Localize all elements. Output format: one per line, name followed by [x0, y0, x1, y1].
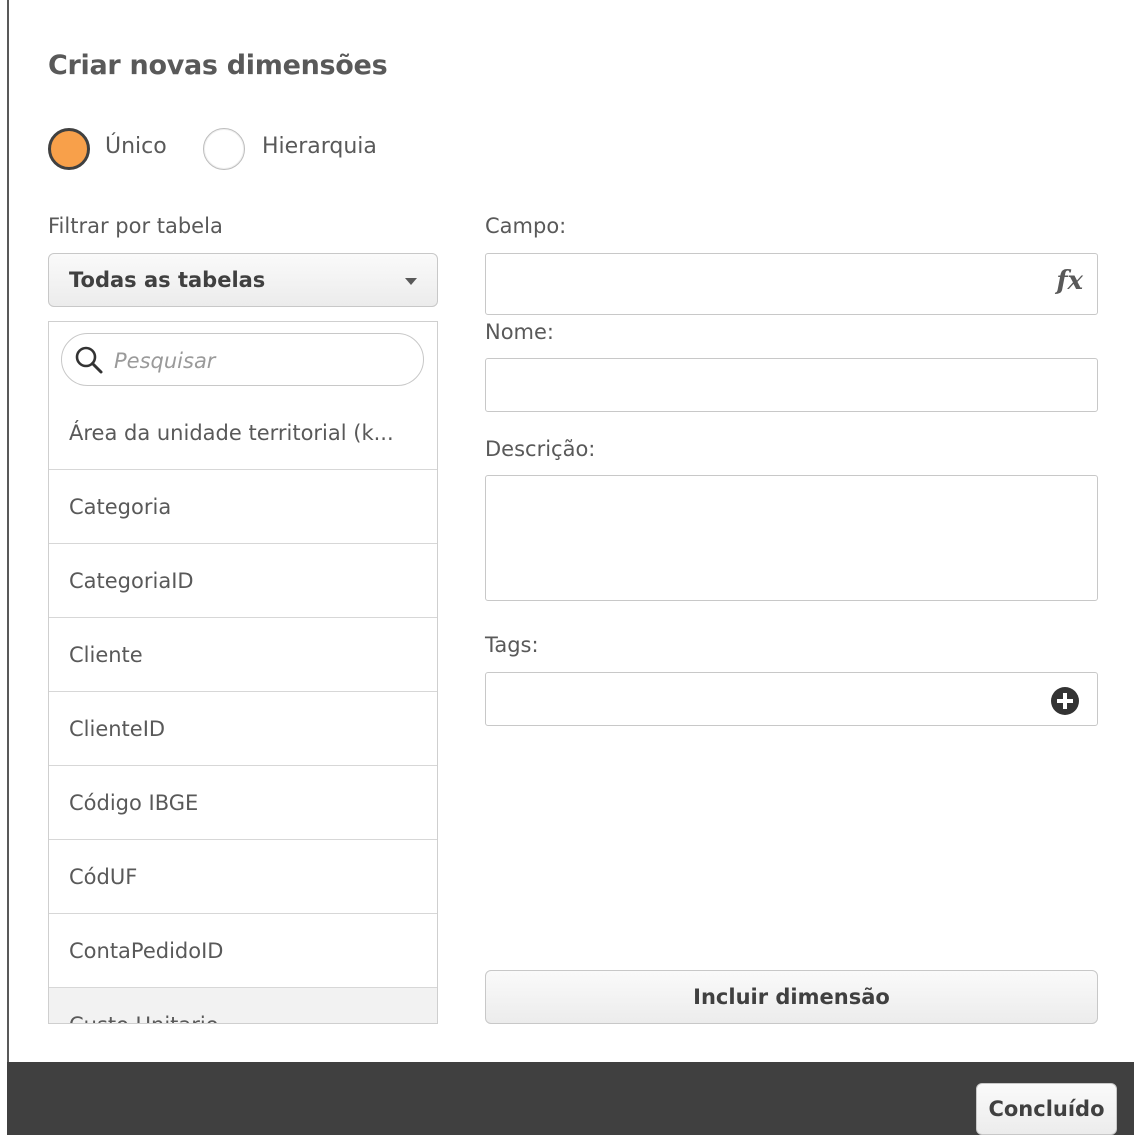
dialog-left-border: [7, 0, 9, 1062]
field-search-container: [49, 322, 437, 397]
field-list-item[interactable]: Área da unidade territorial (k...: [49, 396, 437, 470]
done-button[interactable]: Concluído: [976, 1083, 1117, 1135]
field-list-item[interactable]: Custo Unitario: [49, 988, 437, 1023]
field-list-item[interactable]: Categoria: [49, 470, 437, 544]
dialog-footer: Concluído: [7, 1062, 1134, 1135]
radio-unico[interactable]: [48, 128, 90, 170]
field-list-item[interactable]: CódUF: [49, 840, 437, 914]
field-list-item[interactable]: ContaPedidoID: [49, 914, 437, 988]
radio-unico-label[interactable]: Único: [105, 134, 167, 159]
field-list[interactable]: Área da unidade territorial (k... Catego…: [48, 321, 438, 1024]
table-filter-value: Todas as tabelas: [69, 268, 266, 292]
radio-hierarquia-label[interactable]: Hierarquia: [262, 134, 377, 159]
include-dimension-button[interactable]: Incluir dimensão: [485, 970, 1098, 1024]
plus-circle-icon[interactable]: [1051, 687, 1079, 715]
search-icon: [75, 346, 103, 374]
tags-label: Tags:: [485, 633, 539, 657]
fx-icon[interactable]: fx: [1056, 266, 1083, 296]
field-search-input[interactable]: [112, 344, 416, 378]
descricao-label: Descrição:: [485, 437, 596, 461]
field-list-item[interactable]: ClienteID: [49, 692, 437, 766]
field-list-item[interactable]: Cliente: [49, 618, 437, 692]
campo-input[interactable]: fx: [485, 253, 1098, 315]
descricao-textarea[interactable]: [485, 475, 1098, 601]
nome-label: Nome:: [485, 320, 555, 344]
field-search-box[interactable]: [61, 333, 424, 386]
nome-input[interactable]: [485, 358, 1098, 412]
filter-label: Filtrar por tabela: [48, 214, 223, 238]
caret-down-icon: [405, 278, 417, 285]
field-list-item[interactable]: CategoriaID: [49, 544, 437, 618]
field-list-item[interactable]: Código IBGE: [49, 766, 437, 840]
radio-hierarquia[interactable]: [203, 128, 245, 170]
campo-label: Campo:: [485, 214, 567, 238]
tags-input[interactable]: [485, 672, 1098, 726]
dialog-title: Criar novas dimensões: [48, 50, 388, 81]
table-filter-dropdown[interactable]: Todas as tabelas: [48, 253, 438, 307]
